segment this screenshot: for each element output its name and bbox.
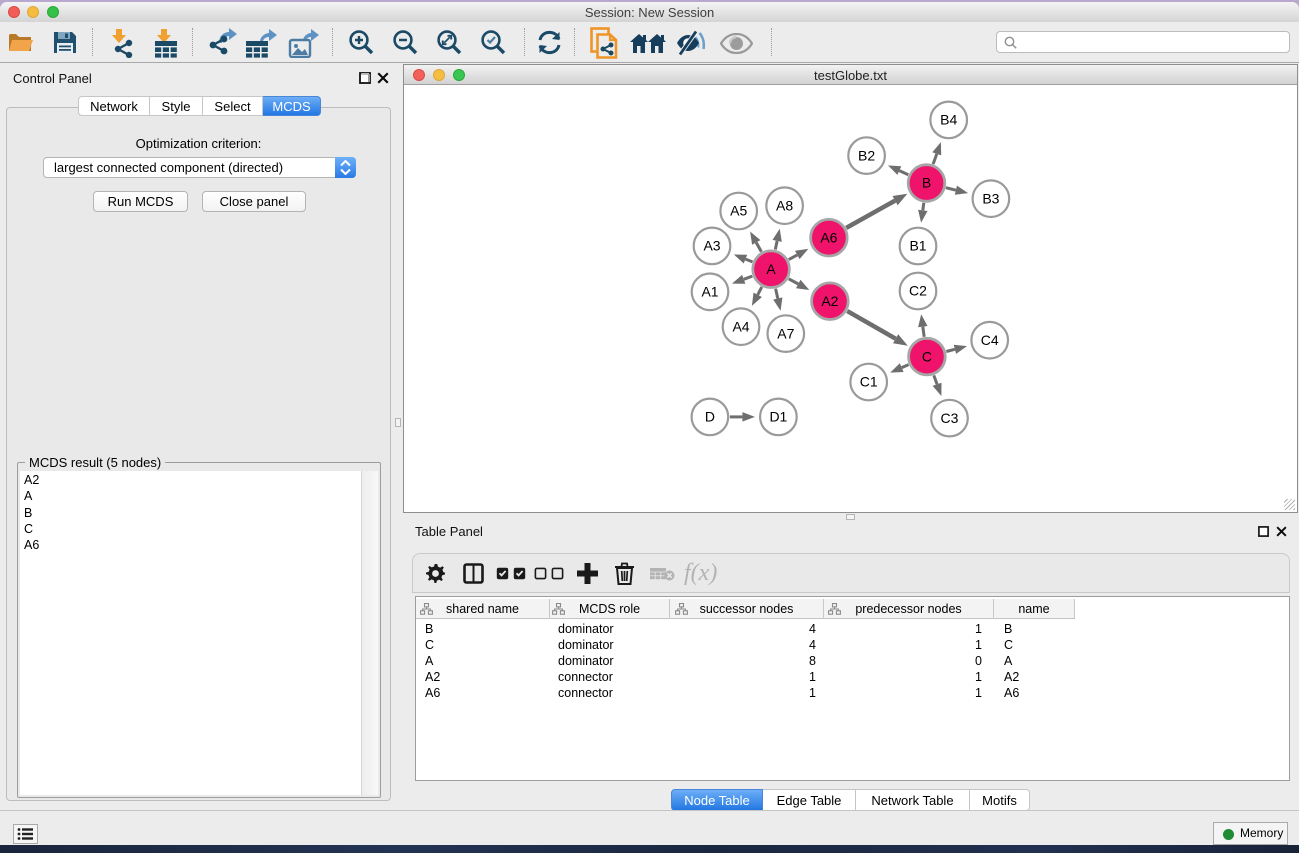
svg-text:A3: A3 (703, 238, 720, 254)
svg-text:D1: D1 (769, 409, 787, 425)
svg-text:A5: A5 (730, 203, 747, 219)
svg-text:B: B (922, 175, 931, 191)
svg-text:C3: C3 (941, 410, 959, 426)
svg-text:C4: C4 (981, 332, 999, 348)
svg-text:A: A (766, 261, 776, 277)
svg-text:A8: A8 (776, 197, 793, 213)
svg-text:B1: B1 (909, 238, 926, 254)
svg-text:B2: B2 (858, 147, 875, 163)
svg-text:C2: C2 (909, 283, 927, 299)
svg-text:A7: A7 (777, 325, 794, 341)
svg-text:C1: C1 (860, 374, 878, 390)
svg-text:A1: A1 (701, 284, 718, 300)
svg-text:B3: B3 (982, 190, 999, 206)
svg-text:A4: A4 (732, 318, 749, 334)
svg-text:A2: A2 (821, 293, 838, 309)
svg-text:C: C (922, 348, 932, 364)
svg-text:A6: A6 (820, 229, 837, 245)
svg-text:B4: B4 (940, 112, 957, 128)
svg-text:D: D (705, 409, 715, 425)
